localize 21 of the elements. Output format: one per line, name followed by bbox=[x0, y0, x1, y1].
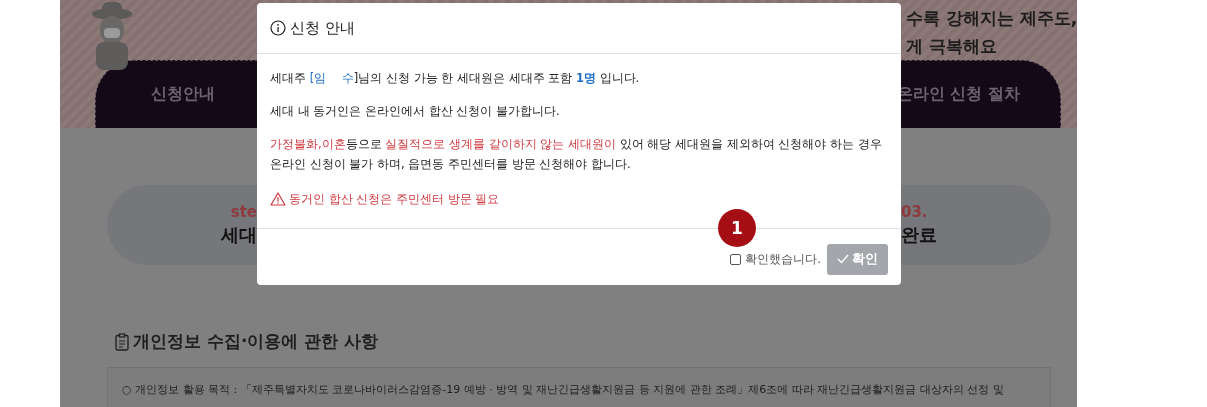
notice-text: 세대 내 동거인은 온라인에서 합산 신청이 불가합니다. bbox=[270, 103, 561, 120]
clipboard-icon bbox=[115, 332, 129, 351]
info-text: ○ 개인정보 활용 목적 : 「제주특별자치도 코로나바이러스감염증-19 예방 · 방역 및 재난긴급생활지원금 등 지원에 관한 조례」제6조에 따라 재난긴급생활지원금 대상자의 선정 및 bbox=[122, 383, 1004, 396]
notice-text: 세대주 [임 수]님의 신청 가능 한 세대원은 세대주 포함 1명 입니다. bbox=[270, 70, 641, 87]
step-number: 03. bbox=[901, 203, 928, 221]
step-number: ste bbox=[230, 203, 257, 221]
step-title: 세대 bbox=[221, 223, 257, 247]
info-icon bbox=[270, 20, 286, 36]
step-title: 완료 bbox=[901, 223, 937, 247]
banner-headline: 게 극복해요 bbox=[906, 35, 997, 58]
section-title: 개인정보 수집·이용에 관한 사항 bbox=[133, 330, 379, 353]
tab[interactable]: 신청안내 bbox=[151, 84, 215, 105]
step-badge: 1 bbox=[718, 209, 756, 247]
banner-headline: 수록 강해지는 제주도, bbox=[906, 7, 1078, 30]
checkbox-label: 확인했습니다. bbox=[745, 250, 821, 268]
checkbox[interactable] bbox=[730, 253, 742, 265]
warning-text: 동거인 합산 신청은 주민센터 방문 필요 bbox=[289, 191, 500, 208]
modal-title: 신청 안내 bbox=[290, 18, 355, 38]
check-icon bbox=[837, 254, 849, 264]
warning-icon bbox=[270, 192, 286, 206]
notice-text: 가정불화,이혼등으로 실질적으로 생계를 같이하지 않는 세대원이 있어 해당 세대원을 제외하여 신청해야 하는 경우 온라인 신청이 불가 하며, 읍면동 주민센터를 방문 신청해야 합니다. bbox=[270, 136, 883, 173]
